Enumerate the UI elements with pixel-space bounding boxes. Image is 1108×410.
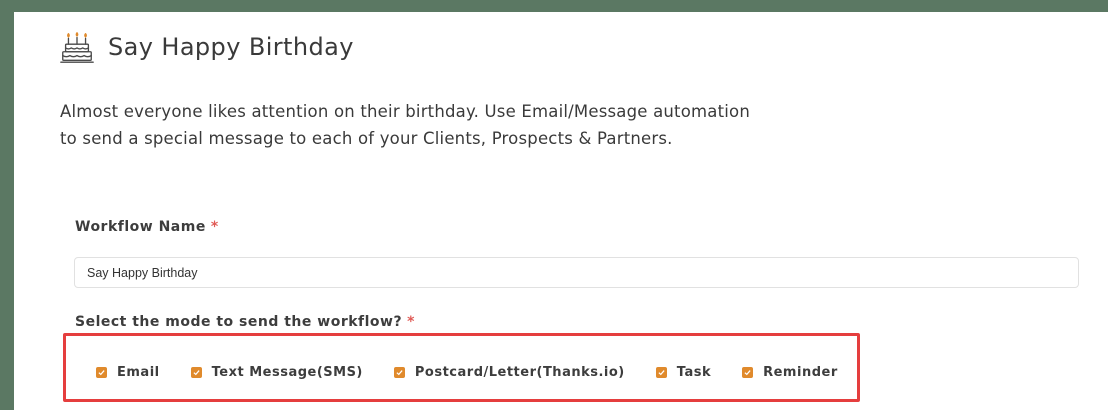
postcard-checkbox[interactable] bbox=[393, 367, 405, 378]
check-icon bbox=[98, 370, 105, 376]
mode-option-email[interactable]: Email bbox=[96, 365, 160, 380]
required-marker: * bbox=[210, 219, 219, 235]
page-title: Say Happy Birthday bbox=[108, 33, 354, 61]
description-line: Almost everyone likes attention on their… bbox=[60, 102, 750, 121]
workflow-panel: Say Happy Birthday Almost everyone likes… bbox=[14, 12, 1108, 410]
mode-option-label: Text Message(SMS) bbox=[211, 365, 363, 380]
mode-option-task[interactable]: Task bbox=[655, 365, 712, 380]
mode-option-postcard[interactable]: Postcard/Letter(Thanks.io) bbox=[393, 365, 625, 380]
mode-label-text: Select the mode to send the workflow? bbox=[75, 314, 403, 330]
mode-option-reminder[interactable]: Reminder bbox=[742, 365, 838, 380]
check-icon bbox=[396, 370, 403, 376]
workflow-name-label-text: Workflow Name bbox=[75, 219, 206, 235]
description-line: to send a special message to each of you… bbox=[60, 129, 673, 148]
mode-option-label: Reminder bbox=[763, 365, 838, 380]
mode-label: Select the mode to send the workflow? * bbox=[75, 314, 415, 330]
workflow-name-label: Workflow Name * bbox=[75, 219, 219, 235]
sms-checkbox[interactable] bbox=[190, 367, 202, 378]
birthday-cake-icon bbox=[60, 32, 94, 63]
mode-option-label: Email bbox=[117, 365, 160, 380]
mode-option-sms[interactable]: Text Message(SMS) bbox=[190, 365, 363, 380]
check-icon bbox=[744, 370, 751, 376]
page-header: Say Happy Birthday bbox=[58, 28, 354, 66]
page-description: Almost everyone likes attention on their… bbox=[60, 98, 860, 152]
workflow-name-input[interactable] bbox=[74, 257, 1079, 288]
required-marker: * bbox=[407, 314, 415, 330]
reminder-checkbox[interactable] bbox=[742, 367, 754, 378]
task-checkbox[interactable] bbox=[655, 367, 667, 378]
mode-option-label: Postcard/Letter(Thanks.io) bbox=[414, 365, 625, 380]
check-icon bbox=[193, 370, 200, 376]
check-icon bbox=[658, 370, 665, 376]
mode-options: Email Text Message(SMS) Postcard/Letter(… bbox=[96, 365, 838, 380]
email-checkbox[interactable] bbox=[96, 367, 107, 378]
mode-option-label: Task bbox=[676, 365, 712, 380]
